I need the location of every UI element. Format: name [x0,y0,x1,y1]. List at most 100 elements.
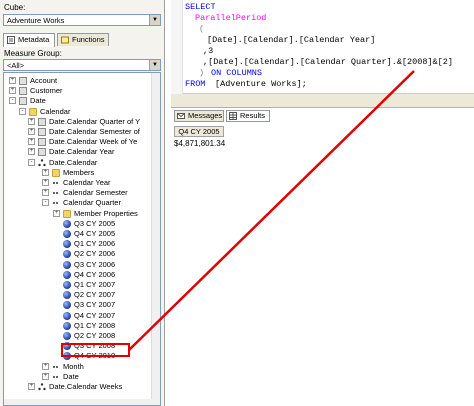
hierarchy-icon [38,158,46,167]
expand-icon[interactable]: + [42,179,49,186]
tree-item-label: Date.Calendar Quarter of Y [49,116,141,126]
expand-icon[interactable]: + [53,209,60,217]
folder-icon [29,107,37,116]
tree-item[interactable]: + Account [4,76,152,86]
collapse-icon[interactable]: - [19,107,26,115]
tree-item-label: Q2 CY 2007 [74,290,116,300]
dimension-icon [19,87,27,96]
hierarchy-icon [38,383,46,391]
tree-item[interactable]: Q3 CY 2005 [4,219,152,229]
tree-item[interactable]: + Calendar Semester [4,188,152,198]
chevron-down-icon[interactable]: ▼ [149,60,160,70]
result-cell-value[interactable]: $4,871,801.34 [174,139,225,148]
expand-icon[interactable]: + [28,128,35,135]
dimension-icon [38,148,46,157]
tab-functions[interactable]: Functions [57,33,109,46]
chevron-down-icon[interactable]: ▼ [149,15,160,25]
result-column-header[interactable]: Q4 CY 2005 [174,126,224,137]
tree-item-label: Date.Calendar Year [49,147,115,157]
tree-item[interactable]: + Customer [4,86,152,96]
collapse-icon[interactable]: - [9,97,16,105]
tree-item[interactable]: + Date.Calendar Week of Ye [4,137,152,147]
tree-horizontal-scrollbar[interactable] [4,399,153,405]
expand-icon[interactable]: + [42,372,49,380]
tree-item-label: Q2 CY 2006 [74,249,116,259]
measure-group-value: <All> [7,61,25,70]
tree-item[interactable]: + Month [4,362,152,372]
member-icon [63,250,71,259]
tree-item[interactable]: - Calendar Quarter [4,198,152,208]
tree-item[interactable]: + Date.Calendar Semester of [4,127,152,137]
query-line-7-paren: ) [199,68,205,78]
tree-item-label: Calendar Semester [63,188,128,198]
tree-item-label: Q1 CY 2008 [74,320,116,330]
tree-item[interactable]: + Date [4,372,152,382]
tree-item[interactable]: Q4 CY 2007 [4,311,152,321]
member-icon [63,270,71,279]
collapse-icon[interactable]: - [28,158,35,166]
member-icon [63,311,71,320]
tree-item[interactable]: + Date.Calendar Quarter of Y [4,117,152,127]
expand-icon[interactable]: + [9,87,16,95]
tree-item[interactable]: Q4 CY 2006 [4,270,152,280]
tree-item[interactable]: Q2 CY 2006 [4,249,152,259]
tree-item[interactable]: Q1 CY 2008 [4,321,152,331]
level-icon [52,363,60,371]
tree-item[interactable]: - Calendar [4,107,152,117]
tree-item[interactable]: + Member Properties [4,209,152,219]
tree-vertical-scrollbar[interactable] [151,73,160,405]
dimension-icon [38,138,46,147]
query-line-8-text: [Adventure Works]; [215,79,307,89]
tree-item-label: Date.Calendar Semester of [49,127,140,136]
tab-messages[interactable]: Messages [174,110,224,122]
tree-item[interactable]: Q3 CY 2006 [4,260,152,270]
tree-item[interactable]: Q2 CY 2008 [4,331,152,341]
tree-item-label: Q2 CY 2008 [74,331,116,340]
query-editor[interactable]: SELECT ParallelPeriod ( [Date].[Calendar… [171,0,474,94]
tab-messages-label: Messages [188,111,223,120]
tree-item[interactable]: Q2 CY 2007 [4,290,152,300]
dimension-icon [38,128,46,136]
tree-item-label: Members [63,167,95,177]
expand-icon[interactable]: + [28,383,35,390]
tree-item[interactable]: Q1 CY 2007 [4,280,152,290]
tree-item[interactable]: + Date.Calendar Year [4,147,152,157]
tab-metadata[interactable]: Metadata [3,33,55,47]
tree-item-label: Q4 CY 2006 [74,269,116,279]
expand-icon[interactable]: + [28,148,35,156]
member-icon [63,321,71,330]
member-icon [63,291,71,300]
tree-item[interactable]: Q1 CY 2006 [4,239,152,249]
tree-item[interactable]: + Members [4,168,152,178]
expand-icon[interactable]: + [28,138,35,146]
tree-item[interactable]: Q3 CY 2007 [4,300,152,310]
tree-item[interactable]: - Date [4,96,152,106]
expand-icon[interactable]: + [42,362,49,370]
tab-results-label: Results [240,111,266,120]
tree-item-label: Customer [30,86,63,96]
query-line-4: [Date].[Calendar].[Calendar Year] [207,35,376,45]
tree-item-label: Q4 CY 2005 [74,229,116,238]
expand-icon[interactable]: + [9,77,16,84]
cube-select-value: Adventure Works [7,16,65,25]
expand-icon[interactable]: + [28,117,35,125]
tree-item[interactable]: - Date.Calendar [4,158,152,168]
member-icon [63,219,71,228]
tree-item[interactable]: + Date.Calendar Weeks [4,382,152,392]
tab-functions-label: Functions [72,35,105,44]
expand-icon[interactable]: + [42,189,49,197]
expand-icon[interactable]: + [42,168,49,176]
cube-select[interactable]: Adventure Works ▼ [3,14,161,26]
tree-item-label: Month [63,361,84,371]
tree-item-label: Member Properties [74,208,138,218]
tree-item[interactable]: Q4 CY 2005 [4,229,152,239]
tree-item[interactable]: + Calendar Year [4,178,152,188]
pane-splitter[interactable] [171,94,474,108]
tab-results[interactable]: Results [226,110,270,122]
tree-item-label: Date.Calendar Week of Ye [49,137,138,147]
functions-icon [61,36,69,44]
metadata-tab-strip: Metadata Functions [3,33,161,47]
collapse-icon[interactable]: - [42,199,49,207]
measure-group-select[interactable]: <All> ▼ [3,59,161,71]
member-icon [63,332,71,340]
